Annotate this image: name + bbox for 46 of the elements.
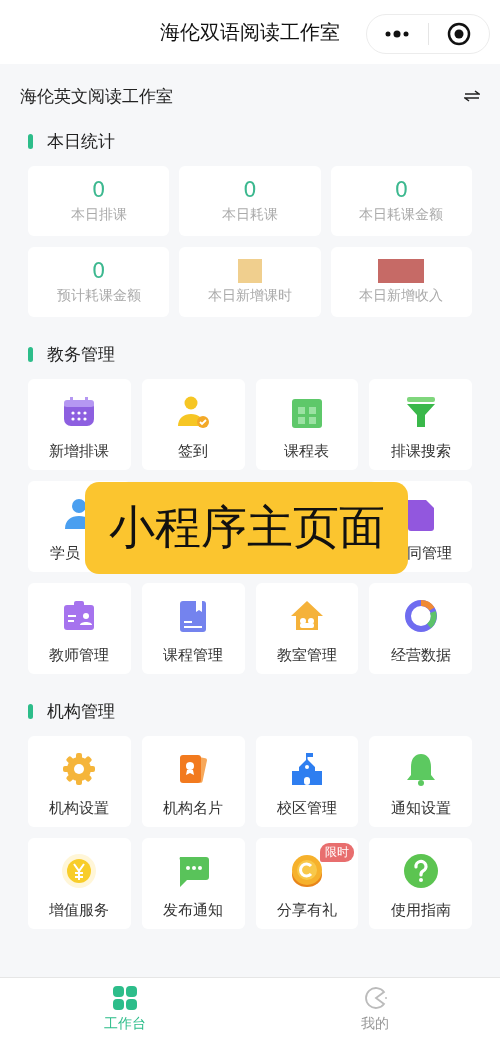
user-check-icon [175, 394, 212, 430]
menu-tile[interactable]: 增值服务 [28, 838, 131, 929]
stat-label: 本日耗课金额 [359, 206, 444, 224]
menu-tile[interactable]: 限时 分享有礼 [255, 838, 359, 929]
face-outline-icon [362, 985, 388, 1011]
grid-icon [112, 985, 138, 1011]
switch-icon[interactable] [464, 90, 480, 102]
menu-tile[interactable]: 通知设置 [369, 736, 472, 827]
yen-coin-icon [61, 853, 98, 889]
menu-tile[interactable]: 使用指南 [369, 838, 472, 929]
stat-label: 本日新增收入 [359, 287, 444, 305]
section-marker [28, 133, 33, 149]
stat-label: 本日新增课时 [208, 287, 292, 305]
menu-tile[interactable]: 排课搜索 [369, 379, 472, 470]
organization-name: 海伦英文阅读工作室 [20, 84, 173, 108]
stat-label: 预计耗课金额 [56, 287, 141, 305]
menu-tile[interactable]: 教师管理 [28, 583, 131, 674]
stat-value: 0 [243, 178, 257, 202]
section-marker [28, 346, 33, 362]
section-title: 教务管理 [47, 342, 115, 366]
stat-label: 本日排课 [70, 206, 127, 224]
menu-tile[interactable]: 新增排课 [28, 379, 131, 470]
stat-value: 0 [394, 178, 408, 202]
menu-tile[interactable]: 机构名片 [141, 736, 245, 827]
menu-tile[interactable]: 课程管理 [141, 583, 245, 674]
menu-tile[interactable]: 机构设置 [28, 736, 131, 827]
menu-tile[interactable]: 课程表 [255, 379, 359, 470]
gear-icon [61, 751, 98, 787]
menu-tile[interactable]: 签到 [141, 379, 245, 470]
menu-tile[interactable]: 经营数据 [369, 583, 472, 674]
stat-value: 0 [91, 259, 106, 283]
caption-toast: 小程序主页面 [85, 482, 408, 574]
stat-label: 本日耗课 [222, 206, 278, 224]
section-title: 机构管理 [47, 699, 115, 723]
menu-tile[interactable]: 校区管理 [255, 736, 359, 827]
limited-time-badge: 限时 [320, 843, 355, 862]
close-icon[interactable] [446, 22, 471, 46]
stat-value: 0 [91, 178, 106, 202]
menu-tile[interactable]: 教室管理 [255, 583, 359, 674]
more-icon[interactable] [384, 29, 411, 39]
help-icon [402, 853, 439, 889]
section-marker [28, 703, 33, 719]
donut-chart-icon [402, 598, 439, 634]
window-title: 海伦双语阅读工作室 [160, 19, 340, 46]
section-title: 本日统计 [47, 129, 115, 153]
menu-tile[interactable]: 发布通知 [141, 838, 245, 929]
